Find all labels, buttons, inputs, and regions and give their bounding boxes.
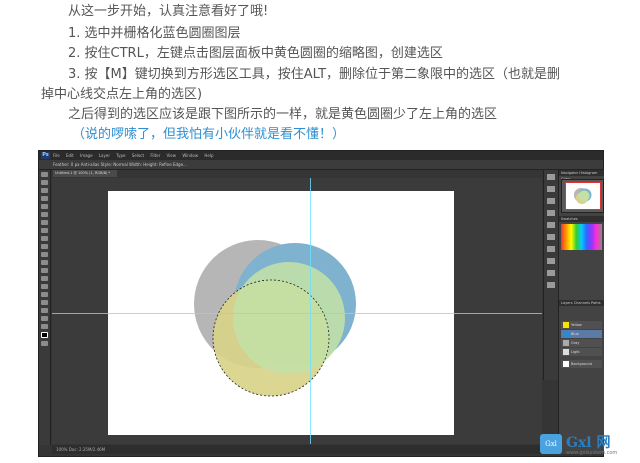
layer-thumbnail [563, 331, 569, 337]
navigator-view-box[interactable] [565, 182, 601, 210]
clone-source-panel-icon[interactable] [547, 258, 555, 264]
hand-tool-icon[interactable] [41, 316, 48, 321]
layers-panel-title[interactable]: Layers Channels Paths [559, 300, 604, 306]
navigator-panel-title[interactable]: Navigator Histogram Color [559, 170, 604, 181]
layer-thumbnail [563, 322, 569, 328]
layer-thumbnail [563, 340, 569, 346]
green-circle [233, 262, 345, 374]
menu-image[interactable]: Image [80, 153, 93, 158]
site-watermark: Gxl Gxl 网 www.gxlsystem.com [540, 432, 635, 460]
crop-tool-icon[interactable] [41, 204, 48, 209]
instruction-note: （说的啰嗦了，但我怕有小伙伴就是看不懂！） [72, 127, 346, 142]
layer-row[interactable]: Yellow [561, 321, 602, 329]
layers-options [559, 306, 604, 320]
menu-type[interactable]: Type [116, 153, 125, 158]
photoshop-window: Ps File Edit Image Layer Type Select Fil… [38, 150, 604, 457]
instruction-intro: 从这一步开始，认真注意看好了哦! [68, 4, 269, 19]
options-bar: Feather: 0 px Anti-alias Style: Normal W… [39, 160, 603, 170]
instruction-result: 之后得到的选区应该是跟下图所示的一样，就是黄色圆圈少了左上角的选区 [68, 107, 498, 122]
healing-tool-icon[interactable] [41, 220, 48, 225]
shape-tool-icon[interactable] [41, 308, 48, 313]
info-panel-icon[interactable] [547, 210, 555, 216]
blur-tool-icon[interactable] [41, 268, 48, 273]
status-bar: 100% Doc: 2.25M/2.46M [52, 445, 542, 454]
move-tool-icon[interactable] [41, 172, 48, 177]
toolbox [39, 170, 51, 445]
styles-panel-icon[interactable] [547, 282, 555, 288]
menu-help[interactable]: Help [204, 153, 213, 158]
canvas-area[interactable] [52, 178, 542, 444]
status-text: 100% Doc: 2.25M/2.46M [56, 447, 106, 452]
layer-thumbnail [563, 349, 569, 355]
instruction-step-1: 1. 选中并栅格化蓝色圆圈图层 [68, 26, 241, 41]
vertical-guide[interactable] [310, 178, 311, 444]
layer-name: Light [571, 350, 580, 354]
history-brush-icon[interactable] [41, 244, 48, 249]
character-panel-icon[interactable] [547, 234, 555, 240]
layer-row-selected[interactable]: Blue [561, 330, 602, 338]
quick-mask-icon[interactable] [41, 341, 48, 346]
type-tool-icon[interactable] [41, 292, 48, 297]
foreground-color-icon[interactable] [41, 332, 48, 338]
menu-select[interactable]: Select [132, 153, 144, 158]
swatches-panel-title[interactable]: Swatches [559, 216, 604, 222]
quick-select-tool-icon[interactable] [41, 196, 48, 201]
menu-file[interactable]: File [53, 153, 60, 158]
layer-row-background[interactable]: Background [561, 360, 602, 368]
layer-name: Yellow [571, 323, 582, 327]
layer-name: Blue [571, 332, 579, 336]
navigator-preview [574, 188, 592, 204]
instruction-step-2: 2. 按住CTRL，左键点击图层面板中黄色圆圈的缩略图，创建选区 [68, 46, 443, 61]
menu-window[interactable]: Window [182, 153, 198, 158]
paragraph-panel-icon[interactable] [547, 246, 555, 252]
photoshop-logo: Ps [41, 152, 50, 159]
document-tab[interactable]: Untitled-1 @ 100% (1, RGB/8) * [53, 170, 117, 177]
right-panels: Navigator Histogram Color Swatches Layer… [558, 170, 604, 454]
actions-panel-icon[interactable] [547, 186, 555, 192]
adjustments-panel-icon[interactable] [547, 270, 555, 276]
panel-icon-strip [543, 170, 558, 380]
navigator-thumbnail[interactable] [561, 179, 604, 213]
watermark-logo: Gxl [540, 434, 562, 454]
brush-panel-icon[interactable] [547, 222, 555, 228]
watermark-url: www.gxlsystem.com [566, 450, 618, 456]
layer-name: Gray [571, 341, 580, 345]
instruction-step-3: 3. 按【M】键切换到方形选区工具，按住ALT，删除位于第二象限中的选区（也就是… [68, 67, 561, 82]
history-panel-icon[interactable] [547, 174, 555, 180]
layer-thumbnail [563, 361, 569, 367]
options-bar-text[interactable]: Feather: 0 px Anti-alias Style: Normal W… [53, 162, 187, 167]
horizontal-guide[interactable] [52, 313, 542, 314]
dodge-tool-icon[interactable] [41, 276, 48, 281]
brush-tool-icon[interactable] [41, 228, 48, 233]
zoom-tool-icon[interactable] [41, 324, 48, 329]
menu-filter[interactable]: Filter [150, 153, 160, 158]
pen-tool-icon[interactable] [41, 284, 48, 289]
menu-bar: Ps File Edit Image Layer Type Select Fil… [39, 151, 603, 160]
layer-row[interactable]: Gray [561, 339, 602, 347]
layer-name: Background [571, 362, 592, 366]
menu-edit[interactable]: Edit [66, 153, 74, 158]
eraser-tool-icon[interactable] [41, 252, 48, 257]
instruction-step-3-cont: 掉中心线交点左上角的选区) [41, 87, 203, 102]
properties-panel-icon[interactable] [547, 198, 555, 204]
lasso-tool-icon[interactable] [41, 188, 48, 193]
path-select-tool-icon[interactable] [41, 300, 48, 305]
swatches-grid[interactable] [561, 224, 602, 250]
eyedropper-tool-icon[interactable] [41, 212, 48, 217]
stamp-tool-icon[interactable] [41, 236, 48, 241]
menu-view[interactable]: View [167, 153, 177, 158]
menu-layer[interactable]: Layer [99, 153, 110, 158]
layer-row[interactable]: Light [561, 348, 602, 356]
marquee-tool-icon[interactable] [41, 180, 48, 185]
watermark-text: Gxl 网 [566, 435, 611, 451]
gradient-tool-icon[interactable] [41, 260, 48, 265]
